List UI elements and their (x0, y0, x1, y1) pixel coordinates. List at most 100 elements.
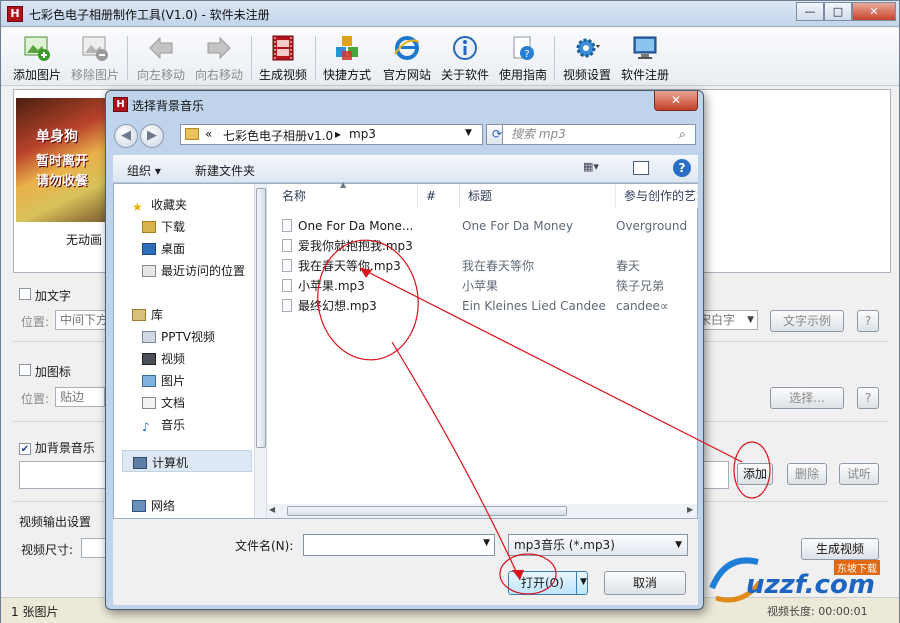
column-number[interactable]: # (418, 184, 460, 208)
photo-animation-label: 无动画 (66, 233, 103, 247)
nav-item-network[interactable]: 网络 (132, 497, 175, 514)
register-button[interactable]: 软件注册 (617, 32, 673, 84)
navigation-pane: ★ 收藏夹 下载 桌面 最近访问的位置 库 PPTV视频 视频 图片 文档 ♪ … (114, 184, 255, 518)
remove-image-label: 移除图片 (70, 68, 119, 82)
move-right-button[interactable]: 向右移动 (191, 32, 247, 84)
scrollbar-thumb[interactable] (287, 506, 567, 516)
column-title[interactable]: 标题 (460, 184, 616, 208)
nav-scrollbar[interactable] (255, 184, 267, 518)
dialog-app-icon: H (113, 97, 128, 112)
music-add-button[interactable]: 添加 (737, 463, 773, 485)
dialog-close-button[interactable]: ✕ (654, 91, 698, 111)
file-name: 小苹果.mp3 (298, 279, 365, 293)
toolbar-separator (315, 36, 316, 80)
icon-help-button[interactable]: ? (857, 387, 879, 409)
video-settings-button[interactable]: 视频设置 (559, 32, 615, 84)
file-name: One For Da Mone... (298, 219, 414, 233)
nav-label: 库 (151, 308, 164, 322)
toolbar-separator (127, 36, 128, 80)
scroll-left-icon[interactable]: ◀ (269, 505, 275, 514)
icon-select-button[interactable]: 选择... (770, 387, 844, 409)
nav-label: 音乐 (161, 418, 186, 432)
remove-image-button[interactable]: 移除图片 (67, 32, 123, 84)
close-button[interactable]: ✕ (852, 2, 896, 21)
scroll-right-icon[interactable]: ▶ (687, 505, 693, 514)
music-delete-button[interactable]: 删除 (787, 463, 827, 485)
nav-item-favorites[interactable]: ★ 收藏夹 (132, 196, 187, 214)
nav-item-computer[interactable]: 计算机 (122, 450, 252, 472)
add-music-label: 加背景音乐 (34, 441, 95, 455)
add-icon-checkbox[interactable]: 加图标 (19, 363, 71, 380)
video-size-select[interactable] (81, 538, 107, 558)
nav-item-libraries[interactable]: 库 (132, 306, 163, 323)
text-position-value: 中间下方 (60, 313, 109, 327)
music-path-field[interactable] (19, 461, 109, 489)
filetype-select[interactable]: mp3音乐 (*.mp3) ▼ (508, 534, 688, 556)
file-row[interactable]: 最终幻想.mp3 (282, 296, 442, 316)
nav-item-videos[interactable]: 视频 (142, 350, 185, 367)
cancel-button[interactable]: 取消 (604, 571, 686, 595)
address-bar[interactable]: « 七彩色电子相册v1.0 ▸ mp3 ▼ (180, 124, 483, 145)
guide-button[interactable]: ? 使用指南 (495, 32, 551, 84)
new-folder-button[interactable]: 新建文件夹 (195, 162, 255, 179)
help-icon[interactable]: ? (673, 159, 691, 177)
search-placeholder: 搜索 mp3 (511, 127, 566, 141)
file-list-scrollbar[interactable]: ◀ ▶ (267, 504, 697, 518)
title-bar: H 七彩色电子相册制作工具(V1.0) - 软件未注册 — □ ✕ (1, 1, 899, 27)
back-button[interactable]: ◀ (114, 124, 138, 148)
nav-item-desktop[interactable]: 桌面 (142, 240, 185, 257)
generate-video-button[interactable]: 生成视频 (255, 32, 311, 84)
music-path-field-end[interactable] (701, 461, 729, 489)
preview-pane-icon[interactable] (633, 161, 649, 175)
move-left-button[interactable]: 向左移动 (133, 32, 189, 84)
video-output-label: 视频输出设置 (19, 515, 92, 529)
add-text-checkbox[interactable]: 加文字 (19, 287, 71, 304)
checkbox[interactable] (19, 364, 31, 376)
chevron-down-icon[interactable]: ▼ (483, 538, 490, 548)
nav-item-pptv[interactable]: PPTV视频 (142, 328, 215, 345)
nav-label: 桌面 (161, 242, 186, 256)
file-row[interactable]: One For Da Mone... (282, 216, 422, 236)
shortcut-button[interactable]: 快捷方式 (319, 32, 375, 84)
breadcrumb-separator[interactable]: ▸ (335, 127, 341, 141)
nav-item-downloads[interactable]: 下载 (142, 218, 185, 235)
toolbar-separator (251, 36, 252, 80)
column-artist[interactable]: 参与创作的艺术 (616, 184, 698, 208)
organize-menu[interactable]: 组织 ▾ (127, 162, 161, 179)
about-button[interactable]: 关于软件 (437, 32, 493, 84)
view-options-icon[interactable]: ▦▾ (583, 160, 605, 176)
arrow-right-icon (207, 36, 231, 60)
toolbar-separator (554, 36, 555, 80)
breadcrumb-current[interactable]: mp3 (349, 127, 376, 141)
scrollbar-thumb[interactable] (256, 188, 266, 448)
music-preview-button[interactable]: 试听 (839, 463, 879, 485)
file-title: Ein Kleines Lied Candee (462, 299, 606, 313)
photo-thumbnail[interactable]: 单身狗 暂时离开 请勿收餐 (16, 98, 108, 222)
file-row[interactable]: 小苹果.mp3 (282, 276, 442, 296)
minimize-button[interactable]: — (796, 2, 824, 21)
file-row[interactable]: 爱我你就抱抱我.mp3 (282, 236, 442, 256)
svg-text:?: ? (524, 49, 529, 60)
nav-item-music[interactable]: ♪ 音乐 (142, 416, 186, 434)
file-row[interactable]: 我在春天等你.mp3 (282, 256, 442, 276)
forward-button[interactable]: ▶ (140, 124, 164, 148)
add-image-button[interactable]: 添加图片 (9, 32, 65, 84)
icon-position-select[interactable]: 贴边 (55, 387, 105, 407)
text-sample-button[interactable]: 文字示例 (770, 310, 844, 332)
nav-item-documents[interactable]: 文档 (142, 394, 185, 411)
filename-input[interactable]: ▼ (303, 534, 495, 556)
checkbox-checked[interactable] (19, 443, 31, 455)
add-music-checkbox[interactable]: 加背景音乐 (19, 439, 95, 456)
file-artist: Overground (616, 219, 688, 233)
chevron-down-icon[interactable]: ▼ (465, 128, 472, 138)
breadcrumb-folder[interactable]: 七彩色电子相册v1.0 (223, 127, 333, 144)
nav-item-recent[interactable]: 最近访问的位置 (142, 262, 245, 279)
open-options-button[interactable]: ▼ (576, 571, 590, 595)
nav-item-pictures[interactable]: 图片 (142, 372, 185, 389)
text-help-button[interactable]: ? (857, 310, 879, 332)
maximize-button[interactable]: □ (824, 2, 852, 21)
breadcrumb-overflow[interactable]: « (205, 127, 212, 141)
official-site-button[interactable]: 官方网站 (379, 32, 435, 84)
checkbox[interactable] (19, 288, 31, 300)
search-input[interactable]: 搜索 mp3 ⌕ (502, 124, 696, 145)
